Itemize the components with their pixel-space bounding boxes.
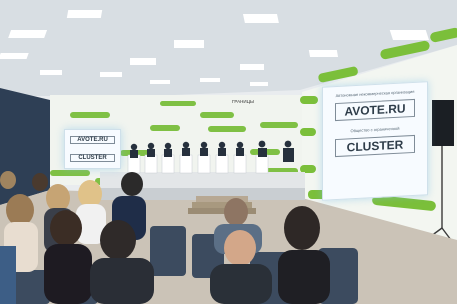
right-screen-mid-text: Общество с ограниченной xyxy=(350,125,400,134)
left-screen-logo-text: AVOTE.RU xyxy=(70,136,115,144)
right-projection-screen: Автономная некоммерческая организация AV… xyxy=(322,81,428,201)
loudspeaker xyxy=(432,100,454,146)
left-projection-screen: AVOTE.RU CLUSTER xyxy=(64,129,121,169)
right-screen-top-text: Автономная некоммерческая организация xyxy=(335,88,415,99)
conference-photo: Автономная некоммерческая организация AV… xyxy=(0,0,457,304)
front-chair-left xyxy=(0,246,16,304)
right-screen-cluster-text: CLUSTER xyxy=(335,134,415,158)
left-screen-cluster-text: CLUSTER xyxy=(70,154,115,162)
back-wall-banner-text: ГРАНИЦЫ xyxy=(232,99,254,104)
right-screen-logo-text: AVOTE.RU xyxy=(335,98,415,122)
